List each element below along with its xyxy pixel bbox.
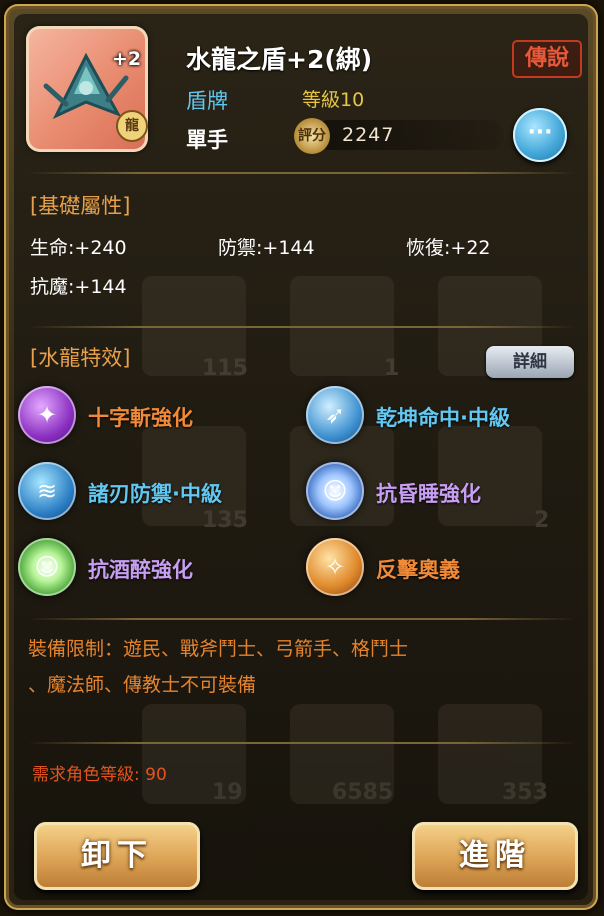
score-value: 2247: [342, 124, 395, 146]
effect-label: 諸刃防禦·中級: [88, 482, 222, 506]
item-hand-type: 單手: [186, 128, 228, 152]
effect-label: 抗昏睡強化: [376, 482, 481, 506]
bg-count: 2: [534, 508, 550, 533]
stat-hp: 生命:+240: [30, 237, 127, 259]
divider: [28, 742, 576, 744]
item-type: 盾牌: [186, 89, 228, 113]
blue-strike-icon: ➶: [306, 386, 364, 444]
enhance-level-badge: +2: [112, 48, 142, 70]
required-level: 需求角色等級: 90: [32, 765, 167, 785]
effect-label: 反擊奧義: [376, 558, 460, 582]
orange-counter-icon: ✧: [306, 538, 364, 596]
more-options-button[interactable]: ···: [513, 108, 567, 162]
base-stats-title: [基礎屬性]: [30, 194, 131, 218]
item-level: 等級10: [302, 89, 365, 111]
stat-recovery: 恢復:+22: [406, 237, 491, 259]
stat-magic-resist: 抗魔:+144: [30, 276, 127, 298]
bg-count: 19: [212, 780, 243, 805]
unequip-button[interactable]: 卸下: [34, 822, 200, 890]
bg-slot: [438, 426, 542, 526]
item-name: 水龍之盾+2(綁): [186, 45, 373, 74]
dragon-badge-icon: 龍: [116, 110, 148, 142]
divider: [28, 618, 576, 620]
effects-title: [水龍特效]: [30, 346, 131, 370]
bg-count: 353: [502, 780, 548, 805]
bg-count: 1: [384, 356, 400, 381]
details-button[interactable]: 詳細: [486, 346, 574, 378]
bg-count: 135: [202, 508, 248, 533]
divider: [28, 326, 576, 328]
advance-button[interactable]: 進階: [412, 822, 578, 890]
divider: [28, 172, 576, 174]
rarity-badge: 傳說: [512, 40, 582, 78]
bg-count: 6585: [332, 780, 394, 805]
score-icon: 評分: [294, 118, 330, 154]
equip-restriction-line1: 裝備限制：遊民、戰斧鬥士、弓箭手、格鬥士: [28, 638, 409, 660]
purple-slash-icon: ✦: [18, 386, 76, 444]
blue-blade-icon: ≋: [18, 462, 76, 520]
effect-label: 十字斬強化: [88, 406, 193, 430]
blue-figure-icon: ☺: [306, 462, 364, 520]
bg-count: 115: [202, 356, 248, 381]
equip-restriction-line2: 、魔法師、傳教士不可裝備: [28, 674, 257, 696]
stat-defense: 防禦:+144: [218, 237, 315, 259]
green-figure-icon: ☺: [18, 538, 76, 596]
effect-label: 乾坤命中·中級: [376, 406, 510, 430]
effect-label: 抗酒醉強化: [88, 558, 193, 582]
